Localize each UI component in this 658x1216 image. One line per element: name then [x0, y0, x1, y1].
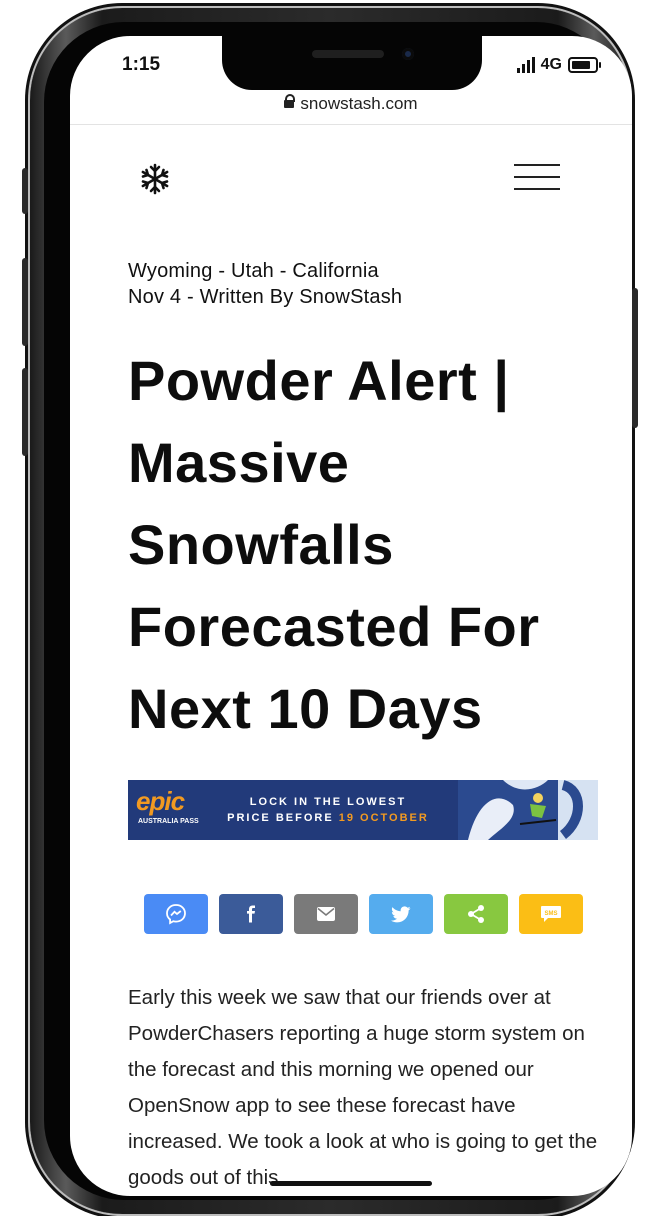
- battery-level: [572, 61, 590, 69]
- article-byline: Nov 4 - Written By SnowStash: [128, 286, 403, 308]
- battery-icon: [568, 57, 601, 73]
- signal-bars-icon: [516, 57, 535, 73]
- phone-frame: 1:15 4G snowstash.com Wyoming - Utah - C…: [22, 8, 638, 1214]
- url-bar-divider: [70, 124, 632, 125]
- speaker-grille: [312, 50, 384, 58]
- twitter-share-button[interactable]: [369, 894, 433, 934]
- phone-volume-up-button: [22, 258, 28, 346]
- sms-icon-label: SMS: [544, 911, 557, 917]
- lock-icon: [284, 94, 296, 108]
- home-indicator[interactable]: [270, 1181, 432, 1186]
- screen: 1:15 4G snowstash.com Wyoming - Utah - C…: [70, 36, 632, 1196]
- ad-line-2: PRICE BEFORE 19 OCTOBER: [218, 812, 438, 824]
- sms-share-button[interactable]: SMS: [519, 894, 583, 934]
- article-locations: Wyoming - Utah - California: [128, 260, 379, 282]
- generic-share-button[interactable]: [444, 894, 508, 934]
- ad-line-2-accent: 19 OCTOBER: [338, 812, 429, 824]
- messenger-share-button[interactable]: [144, 894, 208, 934]
- phone-volume-down-button: [22, 368, 28, 456]
- front-camera: [402, 48, 414, 60]
- ad-line-1: LOCK IN THE LOWEST: [249, 796, 407, 808]
- phone-action-button: [22, 168, 28, 214]
- phone-power-button: [632, 288, 638, 428]
- twitter-icon: [391, 905, 411, 922]
- ad-line-2-prefix: PRICE BEFORE: [227, 812, 339, 824]
- notch: [222, 36, 482, 90]
- epic-pass-ad-banner[interactable]: epic AUSTRALIA PASS LOCK IN THE LOWEST P…: [128, 780, 598, 840]
- epic-logo: epic: [136, 786, 185, 816]
- facebook-share-button[interactable]: [219, 894, 283, 934]
- hamburger-menu-icon[interactable]: [514, 164, 560, 192]
- status-indicators: 4G: [516, 56, 601, 74]
- snowflake-icon[interactable]: [138, 162, 172, 196]
- email-icon: [317, 907, 335, 921]
- url-text: snowstash.com: [300, 94, 418, 113]
- epic-logo-subtitle: AUSTRALIA PASS: [138, 818, 199, 825]
- article-body: Early this week we saw that our friends …: [128, 986, 598, 1189]
- network-type: 4G: [540, 56, 562, 73]
- facebook-icon: [247, 905, 255, 923]
- messenger-icon: [166, 904, 186, 925]
- skier-graphic-icon: [458, 780, 598, 840]
- share-icon: [468, 905, 484, 923]
- sms-icon: SMS: [541, 906, 561, 922]
- url-bar[interactable]: snowstash.com: [70, 94, 632, 114]
- email-share-button[interactable]: [294, 894, 358, 934]
- status-time: 1:15: [122, 54, 161, 75]
- article-title: Powder Alert | Massive Snowfalls Forecas…: [128, 349, 540, 740]
- share-buttons-row: SMS: [144, 894, 583, 934]
